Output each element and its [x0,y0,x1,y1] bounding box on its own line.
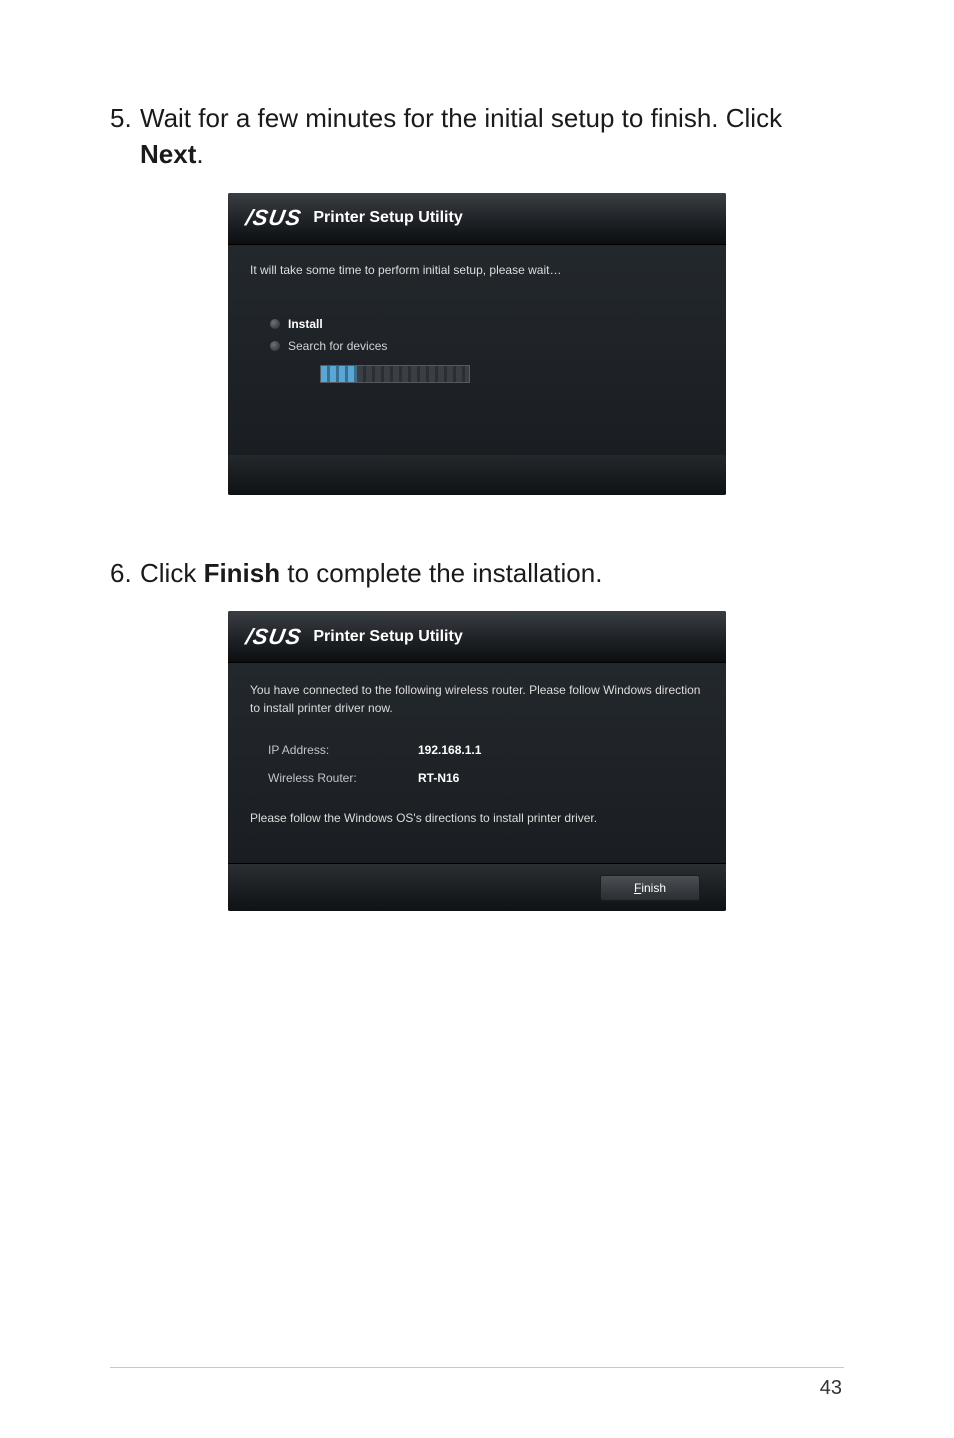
ip-row: IP Address: 192.168.1.1 [250,743,704,757]
router-value: RT-N16 [418,771,459,785]
step-text-bold: Next [140,139,196,169]
page-divider [110,1367,844,1368]
dialog-title: Printer Setup Utility [313,628,462,646]
progress-fill [321,366,357,382]
asus-logo: /SUS [244,624,304,650]
ip-value: 192.168.1.1 [418,743,481,757]
step-number: 6. [110,555,140,591]
dialog-header: /SUS Printer Setup Utility [228,611,726,663]
step-text-post: to complete the installation. [280,558,602,588]
search-label: Search for devices [288,339,387,353]
printer-setup-dialog-2: /SUS Printer Setup Utility You have conn… [228,611,726,911]
printer-setup-dialog-1: /SUS Printer Setup Utility It will take … [228,193,726,495]
bullet-icon [270,319,280,329]
dialog-body: You have connected to the following wire… [228,663,726,863]
follow-message: Please follow the Windows OS's direction… [250,811,704,825]
progress-bar [320,365,470,383]
step-text-pre: Wait for a few minutes for the initial s… [140,103,782,133]
router-row: Wireless Router: RT-N16 [250,771,704,785]
dialog-footer-blank [228,455,726,495]
dialog-header: /SUS Printer Setup Utility [228,193,726,245]
step-number: 5. [110,100,140,173]
connected-message: You have connected to the following wire… [250,681,704,717]
dialog-logo-area: /SUS Printer Setup Utility [246,624,463,650]
step-text-post: . [196,139,203,169]
setup-steps-list: Install Search for devices [250,317,704,383]
step-6: 6. Click Finish to complete the installa… [110,555,844,591]
page-number: 43 [820,1377,842,1400]
dialog-title: Printer Setup Utility [313,209,462,227]
step-5: 5. Wait for a few minutes for the initia… [110,100,844,173]
dialog-logo-area: /SUS Printer Setup Utility [246,205,463,231]
progress-remainder [357,366,469,382]
search-step-row: Search for devices [270,339,704,353]
install-label: Install [288,317,323,331]
step-text-bold: Finish [204,558,281,588]
wait-message: It will take some time to perform initia… [250,263,704,277]
step-text: Wait for a few minutes for the initial s… [140,100,844,173]
finish-button[interactable]: Finish [600,875,700,901]
step-text-pre: Click [140,558,204,588]
asus-logo: /SUS [244,205,304,231]
page-content: 5. Wait for a few minutes for the initia… [0,0,954,911]
ip-label: IP Address: [268,743,418,757]
finish-mnemonic: F [634,881,641,895]
install-step-row: Install [270,317,704,331]
step-text: Click Finish to complete the installatio… [140,555,602,591]
dialog-footer: Finish [228,863,726,911]
dialog-body: It will take some time to perform initia… [228,245,726,455]
router-label: Wireless Router: [268,771,418,785]
finish-rest: inish [641,881,666,895]
bullet-icon [270,341,280,351]
